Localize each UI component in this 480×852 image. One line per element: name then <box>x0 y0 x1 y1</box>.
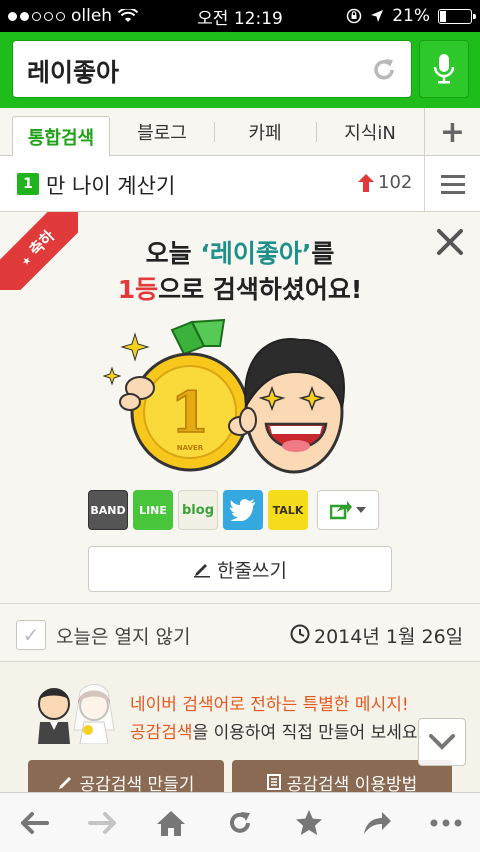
search-field[interactable]: 레이좋아 <box>12 40 412 98</box>
refresh-icon <box>229 811 250 833</box>
tab-blog[interactable]: 블로그 <box>112 108 212 156</box>
voice-search-button[interactable] <box>419 40 469 98</box>
browser-toolbar <box>0 792 480 852</box>
battery-icon <box>438 8 476 24</box>
arrow-up-icon <box>358 174 374 192</box>
blog-share-icon[interactable]: blog <box>178 490 218 530</box>
reload-button[interactable] <box>210 793 270 852</box>
battery-percent: 21% <box>392 6 430 26</box>
headline-line2: 1등으로 검색하셨어요! <box>117 275 363 304</box>
line-share-icon[interactable]: LINE <box>133 490 173 530</box>
share-arrow-icon <box>330 501 352 520</box>
svg-text:NAVER: NAVER <box>177 444 204 452</box>
write-comment-button[interactable]: 한줄쓰기 <box>88 546 392 592</box>
rank-change: 102 <box>378 172 413 193</box>
empathy-search-promo: 네이버 검색어로 전하는 특별한 메시지! 공감검색을 이용하여 직접 만들어 … <box>0 662 480 792</box>
congrats-panel: ★ 축하 오늘 ‘레이좋아’를 1등으로 검색하셨어요! 1 NAVER BAN… <box>0 212 480 604</box>
chevron-down-icon <box>429 734 455 750</box>
rank-keyword[interactable]: 만 나이 계산기 <box>46 170 175 200</box>
dont-show-today-checkbox[interactable]: ✓ <box>16 620 46 650</box>
promo-subtext: 공감검색을 이용하여 직접 만들어 보세요. <box>130 723 423 743</box>
clock-icon <box>290 624 310 644</box>
share-arrow-icon <box>364 811 392 834</box>
more-share-button[interactable] <box>317 490 379 530</box>
home-icon <box>157 810 186 836</box>
share-button[interactable] <box>347 793 407 852</box>
refresh-icon[interactable] <box>369 55 399 85</box>
kakaotalk-share-icon[interactable]: TALK <box>268 490 308 530</box>
forward-button[interactable] <box>73 793 133 852</box>
twitter-share-icon[interactable] <box>223 490 263 530</box>
dismiss-row: ✓ 오늘은 열지 않기 2014년 1월 26일 <box>0 604 480 662</box>
add-tab-button[interactable]: + <box>424 108 480 156</box>
more-dots-icon <box>430 819 462 826</box>
tab-cafe[interactable]: 카페 <box>216 108 314 156</box>
menu-button[interactable] <box>424 156 480 212</box>
home-button[interactable] <box>141 793 201 852</box>
tab-knowledge-in[interactable]: 지식iN <box>318 108 422 156</box>
star-icon <box>295 809 322 835</box>
tab-integrated-search[interactable]: 통합검색 <box>12 116 110 157</box>
date-label: 2014년 1월 26일 <box>314 626 464 648</box>
arrow-left-icon <box>21 811 50 834</box>
more-button[interactable] <box>416 793 476 852</box>
realtime-ranking[interactable]: 1 만 나이 계산기 102 <box>0 156 480 212</box>
headline-line1: 오늘 ‘레이좋아’를 <box>145 239 335 268</box>
make-empathy-search-button[interactable]: 공감검색 만들기 <box>28 760 224 792</box>
share-row: BAND LINE blog TALK <box>88 490 379 530</box>
microphone-icon <box>433 54 455 84</box>
search-bar: 레이좋아 <box>0 32 480 108</box>
bookmark-button[interactable] <box>279 793 339 852</box>
search-input[interactable]: 레이좋아 <box>27 53 119 89</box>
svg-text:1: 1 <box>171 380 210 446</box>
wedding-couple-icon <box>38 684 115 744</box>
scroll-down-button[interactable] <box>418 718 466 766</box>
empathy-search-link[interactable]: 공감검색 <box>130 723 193 743</box>
location-icon <box>371 10 384 22</box>
dont-show-today-label[interactable]: 오늘은 열지 않기 <box>56 622 190 649</box>
pencil-icon <box>58 777 71 789</box>
promo-headline: 네이버 검색어로 전하는 특별한 메시지! <box>130 695 409 715</box>
document-icon <box>266 774 281 790</box>
arrow-right-icon <box>87 811 116 834</box>
chevron-down-icon <box>356 507 366 513</box>
pencil-icon <box>194 564 211 578</box>
search-tabs: 통합검색 블로그 카페 지식iN + <box>0 108 480 157</box>
band-share-icon[interactable]: BAND <box>88 490 128 530</box>
gold-medal-illustration: 1 NAVER <box>102 318 345 474</box>
status-bar: olleh 오전 12:19 21% <box>0 0 480 32</box>
rank-badge: 1 <box>17 173 39 195</box>
rotation-lock-icon <box>346 8 362 24</box>
back-button[interactable] <box>4 793 64 852</box>
